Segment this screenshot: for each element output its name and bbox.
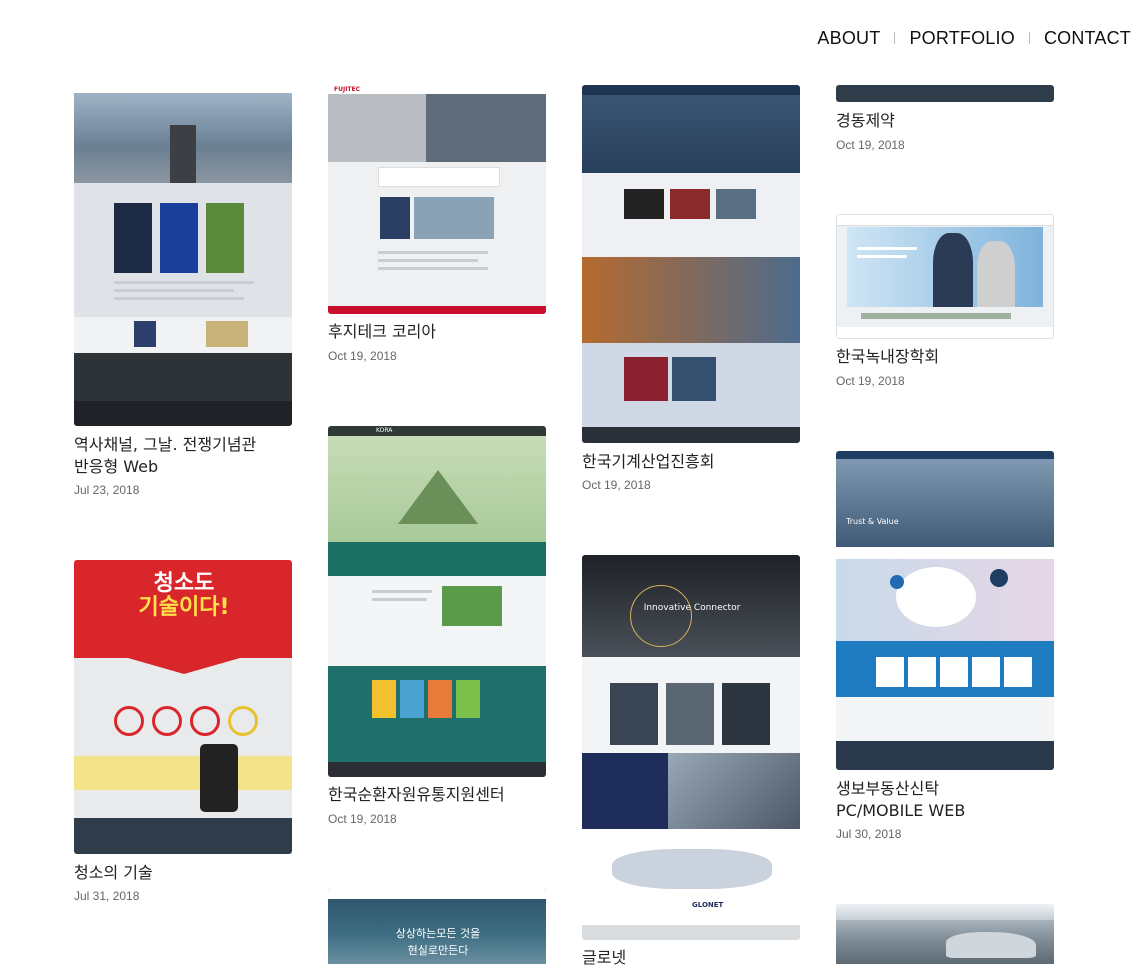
portfolio-thumbnail[interactable] bbox=[836, 214, 1054, 339]
nav-divider bbox=[1028, 32, 1030, 44]
top-nav: ABOUT PORTFOLIO CONTACT bbox=[817, 26, 1131, 50]
portfolio-thumbnail[interactable]: Innovative Connector GLONET bbox=[582, 555, 800, 940]
thumbnail-logo: GLONET bbox=[692, 901, 724, 909]
portfolio-thumbnail[interactable] bbox=[74, 85, 292, 426]
portfolio-title[interactable]: 경동제약 bbox=[836, 110, 1056, 132]
portfolio-thumbnail[interactable]: 청소도 기술이다! bbox=[74, 560, 292, 854]
portfolio-date: Jul 31, 2018 bbox=[74, 889, 140, 903]
portfolio-date: Oct 19, 2018 bbox=[328, 812, 397, 826]
portfolio-date: Jul 30, 2018 bbox=[836, 827, 902, 841]
thumbnail-logo: FUJITEC bbox=[334, 86, 361, 93]
portfolio-thumbnail[interactable]: Trust & Value bbox=[836, 451, 1054, 770]
portfolio-thumbnail[interactable] bbox=[836, 904, 1054, 964]
nav-divider bbox=[894, 32, 896, 44]
portfolio-date: Oct 19, 2018 bbox=[328, 349, 397, 363]
nav-portfolio-link[interactable]: PORTFOLIO bbox=[909, 28, 1015, 49]
thumbnail-headline: Innovative Connector bbox=[643, 603, 741, 613]
portfolio-thumbnail[interactable]: FUJITEC bbox=[328, 85, 546, 314]
portfolio-date: Oct 19, 2018 bbox=[836, 374, 905, 388]
portfolio-title[interactable]: 한국녹내장학회 bbox=[836, 346, 1056, 368]
thumbnail-headline: 현실로만든다 bbox=[407, 944, 469, 957]
thumbnail-headline: 기술이다! bbox=[138, 595, 230, 620]
portfolio-thumbnail[interactable]: KORA bbox=[328, 426, 546, 777]
portfolio-title[interactable]: 역사채널, 그날. 전쟁기념관 반응형 Web bbox=[74, 434, 294, 478]
portfolio-thumbnail[interactable] bbox=[582, 85, 800, 443]
nav-about-link[interactable]: ABOUT bbox=[817, 28, 880, 49]
thumbnail-headline: 상상하는모든 것을 bbox=[395, 927, 481, 940]
thumbnail-headline: 청소도 bbox=[153, 571, 215, 596]
thumbnail-headline: Trust & Value bbox=[846, 517, 899, 526]
portfolio-title[interactable]: 후지테크 코리아 bbox=[328, 321, 548, 343]
nav-contact-link[interactable]: CONTACT bbox=[1044, 28, 1131, 49]
portfolio-date: Oct 19, 2018 bbox=[836, 138, 905, 152]
portfolio-thumbnail[interactable]: 상상하는모든 것을 현실로만든다 bbox=[328, 889, 546, 964]
portfolio-title[interactable]: 글로넷 bbox=[582, 947, 802, 969]
portfolio-title[interactable]: 한국기계산업진흥회 bbox=[582, 451, 802, 473]
portfolio-date: Oct 19, 2018 bbox=[582, 478, 651, 492]
portfolio-date: Jul 23, 2018 bbox=[74, 483, 140, 497]
thumbnail-logo: KORA bbox=[376, 427, 393, 434]
portfolio-title[interactable]: 생보부동산신탁 PC/MOBILE WEB bbox=[836, 778, 1056, 822]
portfolio-title[interactable]: 한국순환자원유통지원센터 bbox=[328, 784, 548, 806]
portfolio-title[interactable]: 청소의 기술 bbox=[74, 862, 294, 884]
portfolio-thumbnail[interactable] bbox=[836, 85, 1054, 102]
